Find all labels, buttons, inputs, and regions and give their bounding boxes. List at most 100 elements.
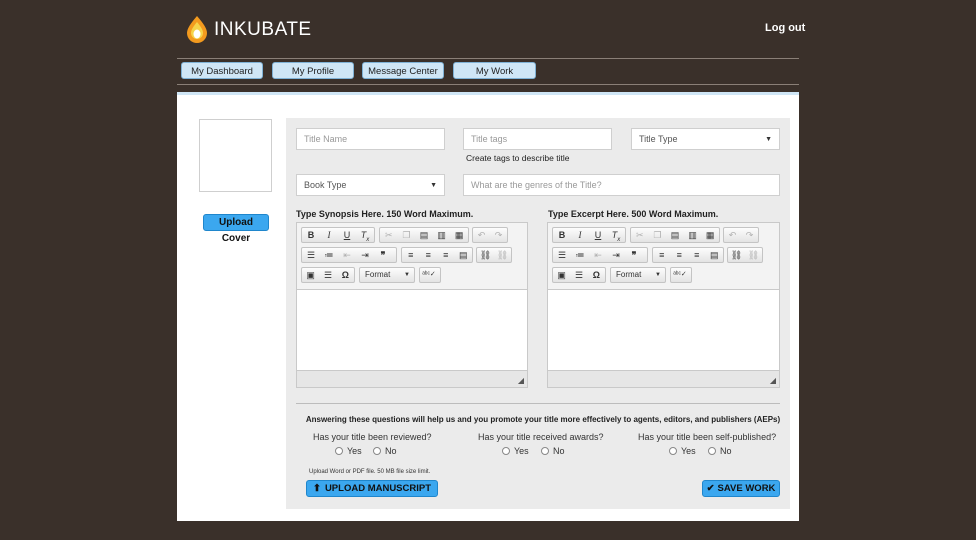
book-type-select[interactable]: Book Type ▼: [296, 174, 445, 196]
nav-divider: [177, 84, 799, 85]
align-center-icon[interactable]: ≡: [420, 248, 438, 262]
align-right-icon[interactable]: ≡: [688, 248, 706, 262]
paste-text-icon[interactable]: ▥: [684, 228, 702, 242]
align-center-icon[interactable]: ≡: [671, 248, 689, 262]
title-name-input[interactable]: Title Name: [296, 128, 445, 150]
awards-no-radio[interactable]: [541, 447, 549, 455]
inkubate-logo-icon: [187, 16, 207, 43]
underline-icon[interactable]: U: [338, 228, 356, 242]
format-label: Format: [616, 270, 642, 279]
chevron-down-icon: ▼: [430, 182, 437, 189]
title-tags-input[interactable]: Title tags: [463, 128, 612, 150]
align-justify-icon[interactable]: ▤: [706, 248, 724, 262]
format-label: Format: [365, 270, 391, 279]
numbered-list-icon[interactable]: ☰: [302, 248, 320, 262]
genres-input[interactable]: What are the genres of the Title?: [463, 174, 780, 196]
bold-icon[interactable]: B: [302, 228, 320, 242]
self-published-yes-radio[interactable]: [669, 447, 677, 455]
nav-my-dashboard[interactable]: My Dashboard: [181, 62, 263, 79]
questions-divider: [296, 403, 780, 404]
self-published-no-radio[interactable]: [708, 447, 716, 455]
resize-handle-icon[interactable]: ◢: [770, 376, 776, 385]
link-group: ⛓ ⛓: [727, 247, 763, 263]
special-char-icon[interactable]: Ω: [588, 268, 605, 282]
copy-icon[interactable]: ❐: [649, 228, 667, 242]
check-icon: ✔: [706, 483, 715, 494]
spellcheck-group: ᵃᵇᶜ✓: [670, 267, 692, 283]
paste-word-icon[interactable]: ▦: [450, 228, 468, 242]
remove-format-icon[interactable]: Tx: [356, 228, 374, 243]
increase-indent-icon[interactable]: ⇥: [607, 248, 625, 262]
cut-icon[interactable]: ✂: [380, 228, 398, 242]
underline-icon[interactable]: U: [589, 228, 607, 242]
redo-icon[interactable]: ↷: [741, 228, 758, 242]
italic-icon[interactable]: I: [571, 228, 589, 242]
paste-icon[interactable]: ▤: [415, 228, 433, 242]
undo-group: ↶ ↷: [723, 227, 759, 243]
horizontal-line-icon[interactable]: ☰: [570, 268, 587, 282]
special-char-icon[interactable]: Ω: [337, 268, 354, 282]
align-left-icon[interactable]: ≡: [653, 248, 671, 262]
undo-icon[interactable]: ↶: [724, 228, 741, 242]
blockquote-icon[interactable]: ❞: [374, 248, 392, 262]
spellcheck-icon[interactable]: ᵃᵇᶜ✓: [420, 268, 438, 282]
bulleted-list-icon[interactable]: ≔: [320, 248, 338, 262]
nav-my-work[interactable]: My Work: [453, 62, 536, 79]
question-awards: Has your title received awards?: [478, 432, 604, 442]
align-right-icon[interactable]: ≡: [437, 248, 455, 262]
clipboard-group: ✂ ❐ ▤ ▥ ▦: [630, 227, 720, 243]
synopsis-textarea[interactable]: [297, 289, 527, 371]
awards-yes-radio[interactable]: [502, 447, 510, 455]
redo-icon[interactable]: ↷: [490, 228, 507, 242]
nav-message-center[interactable]: Message Center: [362, 62, 444, 79]
remove-format-icon[interactable]: Tx: [607, 228, 625, 243]
paste-icon[interactable]: ▤: [666, 228, 684, 242]
bold-icon[interactable]: B: [553, 228, 571, 242]
upload-manuscript-button[interactable]: ⬆ UPLOAD MANUSCRIPT: [306, 480, 438, 497]
increase-indent-icon[interactable]: ⇥: [356, 248, 374, 262]
cut-icon[interactable]: ✂: [631, 228, 649, 242]
unlink-icon[interactable]: ⛓: [494, 248, 511, 262]
save-work-label: SAVE WORK: [717, 483, 776, 494]
format-dropdown[interactable]: Format ▼: [610, 267, 666, 283]
unlink-icon[interactable]: ⛓: [745, 248, 762, 262]
image-icon[interactable]: ▣: [553, 268, 570, 282]
nav-my-profile[interactable]: My Profile: [272, 62, 354, 79]
chevron-down-icon: ▼: [765, 136, 772, 143]
undo-icon[interactable]: ↶: [473, 228, 490, 242]
paste-text-icon[interactable]: ▥: [433, 228, 451, 242]
link-icon[interactable]: ⛓: [477, 248, 494, 262]
reviewed-yes-radio[interactable]: [335, 447, 343, 455]
horizontal-line-icon[interactable]: ☰: [319, 268, 336, 282]
decrease-indent-icon[interactable]: ⇤: [589, 248, 607, 262]
spellcheck-group: ᵃᵇᶜ✓: [419, 267, 441, 283]
bulleted-list-icon[interactable]: ≔: [571, 248, 589, 262]
align-left-icon[interactable]: ≡: [402, 248, 420, 262]
copy-icon[interactable]: ❐: [398, 228, 416, 242]
decrease-indent-icon[interactable]: ⇤: [338, 248, 356, 262]
reviewed-no-radio[interactable]: [373, 447, 381, 455]
book-type-value: Book Type: [304, 180, 347, 190]
resize-handle-icon[interactable]: ◢: [518, 376, 524, 385]
blockquote-icon[interactable]: ❞: [625, 248, 643, 262]
header-divider: [177, 58, 799, 59]
save-work-button[interactable]: ✔ SAVE WORK: [702, 480, 780, 497]
paste-word-icon[interactable]: ▦: [701, 228, 719, 242]
spellcheck-icon[interactable]: ᵃᵇᶜ✓: [671, 268, 689, 282]
undo-group: ↶ ↷: [472, 227, 508, 243]
synopsis-label: Type Synopsis Here. 150 Word Maximum.: [296, 209, 474, 219]
upload-note: Upload Word or PDF file. 50 MB file size…: [309, 469, 431, 475]
numbered-list-icon[interactable]: ☰: [553, 248, 571, 262]
format-dropdown[interactable]: Format ▼: [359, 267, 415, 283]
italic-icon[interactable]: I: [320, 228, 338, 242]
excerpt-textarea[interactable]: [548, 289, 779, 371]
logout-link[interactable]: Log out: [765, 22, 805, 34]
insert-group: ▣ ☰ Ω: [301, 267, 355, 283]
link-icon[interactable]: ⛓: [728, 248, 745, 262]
upload-cover-button[interactable]: Upload Cover: [203, 214, 269, 244]
align-justify-icon[interactable]: ▤: [455, 248, 473, 262]
title-type-select[interactable]: Title Type ▼: [631, 128, 780, 150]
image-icon[interactable]: ▣: [302, 268, 319, 282]
title-type-value: Title Type: [639, 134, 678, 144]
align-group: ≡ ≡ ≡ ▤: [401, 247, 473, 263]
